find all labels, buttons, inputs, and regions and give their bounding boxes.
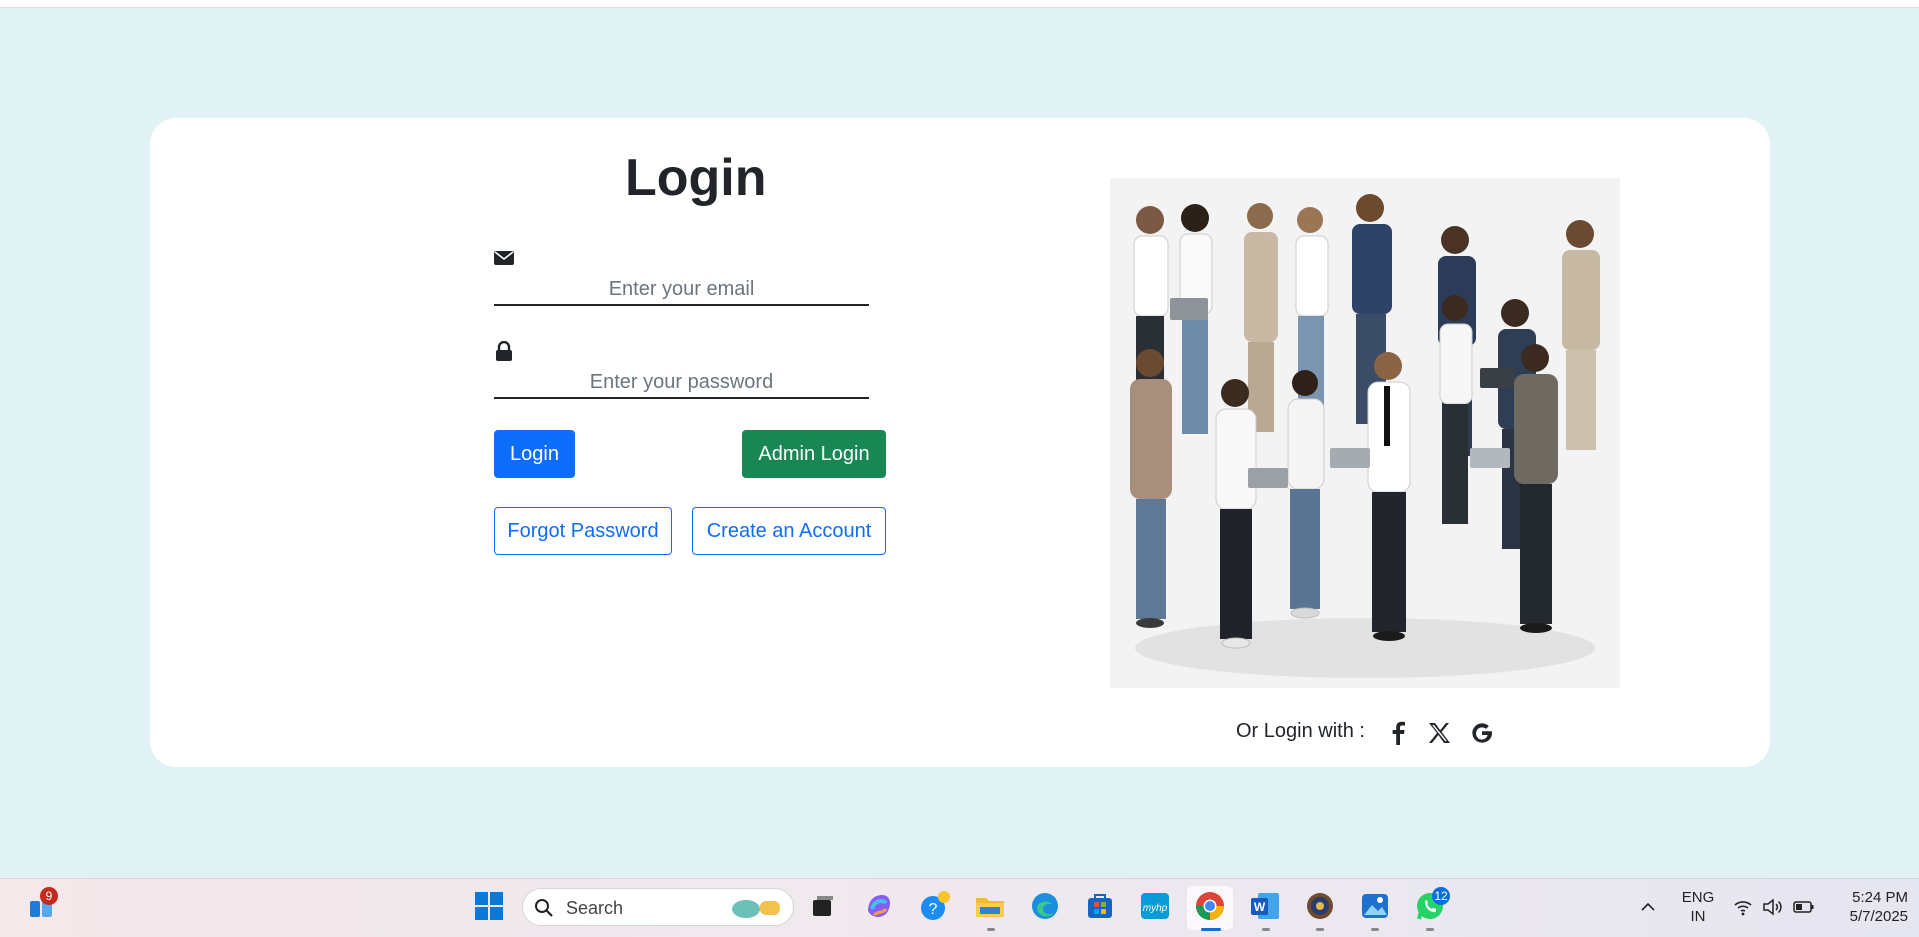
volume-icon[interactable] [1762,897,1784,917]
file-explorer-running-indicator [987,928,995,931]
svg-text:?: ? [929,901,938,918]
wifi-icon[interactable] [1733,897,1753,917]
chrome-active-indicator [1201,928,1221,931]
browser-top-edge [0,0,1919,8]
settings-emblem-icon[interactable] [1303,889,1337,923]
region-indicator[interactable]: IN [1680,908,1716,925]
chrome-icon[interactable] [1193,889,1227,923]
windows-start-icon[interactable] [472,889,506,923]
clock-date[interactable]: 5/7/2025 [1830,908,1908,925]
task-view-icon[interactable] [806,889,840,923]
create-account-button[interactable]: Create an Account [692,507,886,555]
get-help-icon[interactable]: ? [918,889,952,923]
word-icon[interactable]: W [1248,889,1282,923]
password-field[interactable] [494,367,869,399]
whatsapp-badge: 12 [1432,887,1450,905]
svg-text:myhp: myhp [1143,903,1168,914]
language-indicator[interactable]: ENG [1680,889,1716,906]
edge-icon[interactable] [1028,889,1062,923]
social-login-label: Or Login with : [1236,720,1365,742]
myhp-icon[interactable]: myhp [1138,889,1172,923]
photos-icon[interactable] [1358,889,1392,923]
admin-login-button[interactable]: Admin Login [742,430,886,478]
photos-running-indicator [1371,928,1379,931]
search-highlight-icon [732,900,780,918]
whatsapp-running-indicator [1426,928,1434,931]
google-icon[interactable] [1468,719,1496,747]
microsoft-store-icon[interactable] [1083,889,1117,923]
widgets-badge: 9 [40,887,58,905]
login-button[interactable]: Login [494,430,575,478]
copilot-icon[interactable] [862,889,896,923]
taskbar-search-placeholder: Search [566,898,624,918]
clock-time[interactable]: 5:24 PM [1830,889,1908,906]
taskbar [0,878,1919,937]
x-icon[interactable] [1425,719,1453,747]
lock-icon [496,341,512,361]
facebook-icon[interactable] [1384,719,1412,747]
word-running-indicator [1262,928,1270,931]
email-field[interactable] [494,274,869,306]
envelope-icon [494,251,514,265]
search-icon [535,899,553,917]
forgot-password-button[interactable]: Forgot Password [494,507,672,555]
file-explorer-icon[interactable] [973,889,1007,923]
chevron-up-icon[interactable] [1640,899,1656,915]
settings-running-indicator [1316,928,1324,931]
battery-icon[interactable] [1793,899,1815,915]
svg-text:W: W [1254,900,1266,914]
page-title: Login [625,149,767,207]
team-photo [1110,178,1620,688]
